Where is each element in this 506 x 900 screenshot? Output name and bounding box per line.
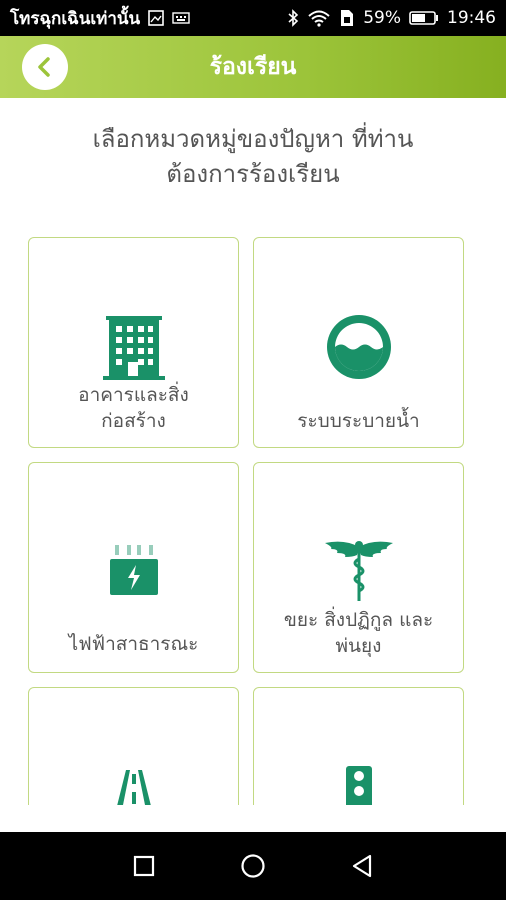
category-card-traffic[interactable] [253, 687, 464, 805]
category-card-electricity[interactable]: ไฟฟ้าสาธารณะ [28, 462, 239, 673]
back-nav-button[interactable] [342, 846, 382, 886]
keyboard-icon [172, 11, 190, 25]
battery-icon [109, 545, 158, 595]
category-label-line-1: อาคารและสิ่ง [78, 384, 189, 406]
instruction-line-2: ต้องการร้องเรียน [166, 160, 340, 188]
road-icon [116, 770, 151, 805]
drainage-icon [326, 315, 391, 379]
gallery-icon [148, 10, 164, 26]
square-icon [134, 855, 155, 877]
bluetooth-icon [287, 9, 299, 27]
category-label-line-1: ขยะ สิ่งปฏิกูล และ [283, 609, 434, 631]
instruction-line-1: เลือกหมวดหมู่ของปัญหา ที่ท่าน [92, 125, 414, 153]
wifi-icon [307, 9, 331, 27]
home-button[interactable] [233, 846, 273, 886]
chevron-left-icon [38, 57, 50, 77]
category-grid: อาคารและสิ่ง ก่อสร้าง ระบบระบายน้ำ ไฟฟ้า… [28, 237, 466, 805]
category-label-line-1: ระบบระบายน้ำ [297, 410, 420, 432]
back-button[interactable] [22, 44, 68, 90]
category-label-line-1: ไฟฟ้าสาธารณะ [68, 633, 199, 655]
battery-status-icon [409, 10, 439, 26]
clock: 19:46 [447, 8, 496, 28]
category-label-line-2: ก่อสร้าง [101, 410, 166, 432]
recent-apps-button[interactable] [124, 846, 164, 886]
app-header: ร้องเรียน [0, 36, 506, 98]
battery-percent: 59% [363, 8, 401, 28]
status-bar: โทรฉุกเฉินเท่านั้น 59% 19:46 [0, 0, 506, 36]
system-nav-bar [0, 832, 506, 900]
building-icon [102, 316, 165, 380]
notification-text: โทรฉุกเฉินเท่านั้น [10, 8, 141, 29]
sim-icon [339, 9, 355, 27]
circle-icon [241, 854, 265, 878]
triangle-back-icon [352, 854, 371, 878]
page-title: ร้องเรียน [209, 54, 297, 80]
category-card-sanitation[interactable]: ขยะ สิ่งปฏิกูล และ พ่นยุง [253, 462, 464, 673]
category-card-road[interactable] [28, 687, 239, 805]
instruction-text: เลือกหมวดหมู่ของปัญหา ที่ท่าน ต้องการร้อ… [0, 122, 506, 192]
category-card-building[interactable]: อาคารและสิ่ง ก่อสร้าง [28, 237, 239, 448]
category-card-drainage[interactable]: ระบบระบายน้ำ [253, 237, 464, 448]
traffic-light-icon [345, 766, 372, 805]
caduceus-icon [324, 541, 393, 601]
category-label-line-2: พ่นยุง [335, 635, 382, 657]
